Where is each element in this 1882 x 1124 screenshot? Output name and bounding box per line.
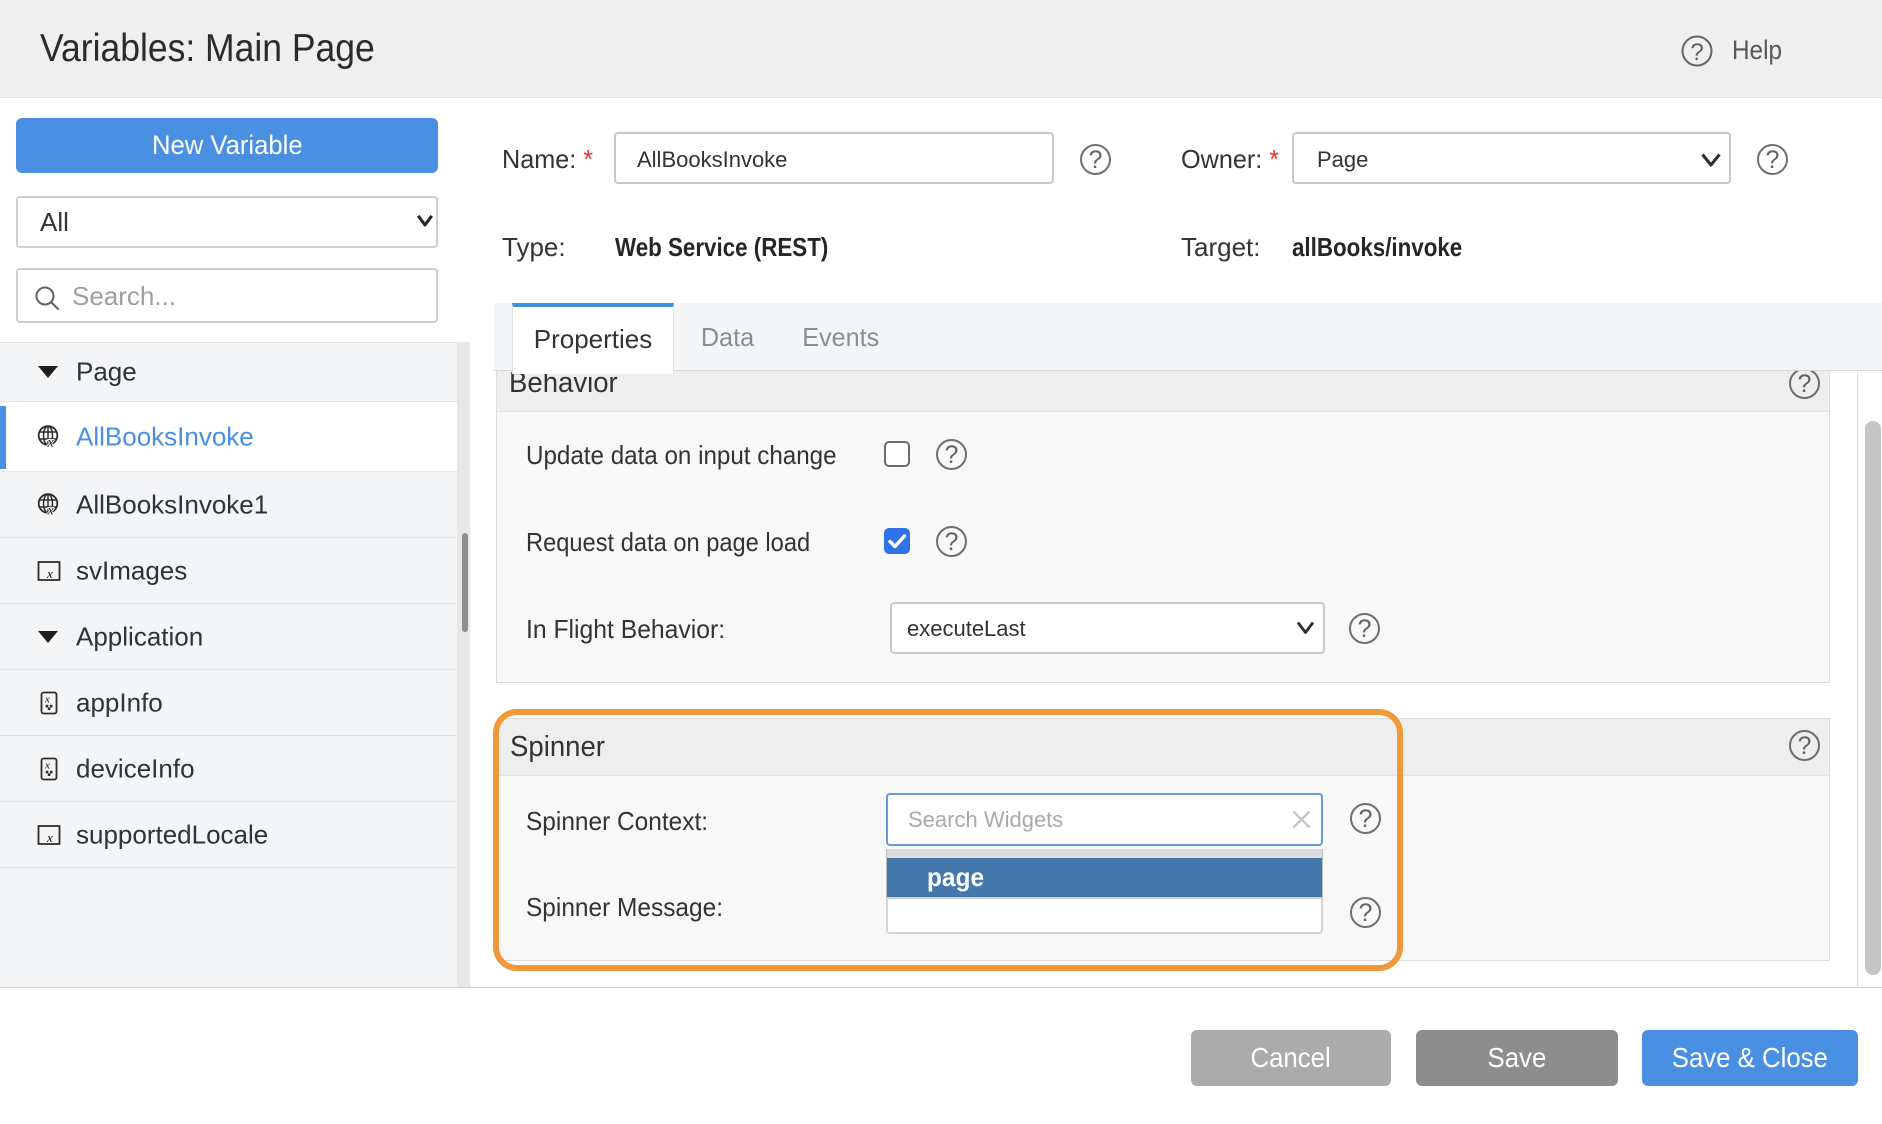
svg-text:x: x [44,759,50,771]
svg-text:x: x [46,566,53,581]
svg-text:x: x [46,830,53,845]
svg-text:?: ? [1690,39,1703,66]
svg-text:x: x [47,503,55,517]
svg-text:x: x [44,693,50,705]
svg-text:x: x [47,435,55,449]
